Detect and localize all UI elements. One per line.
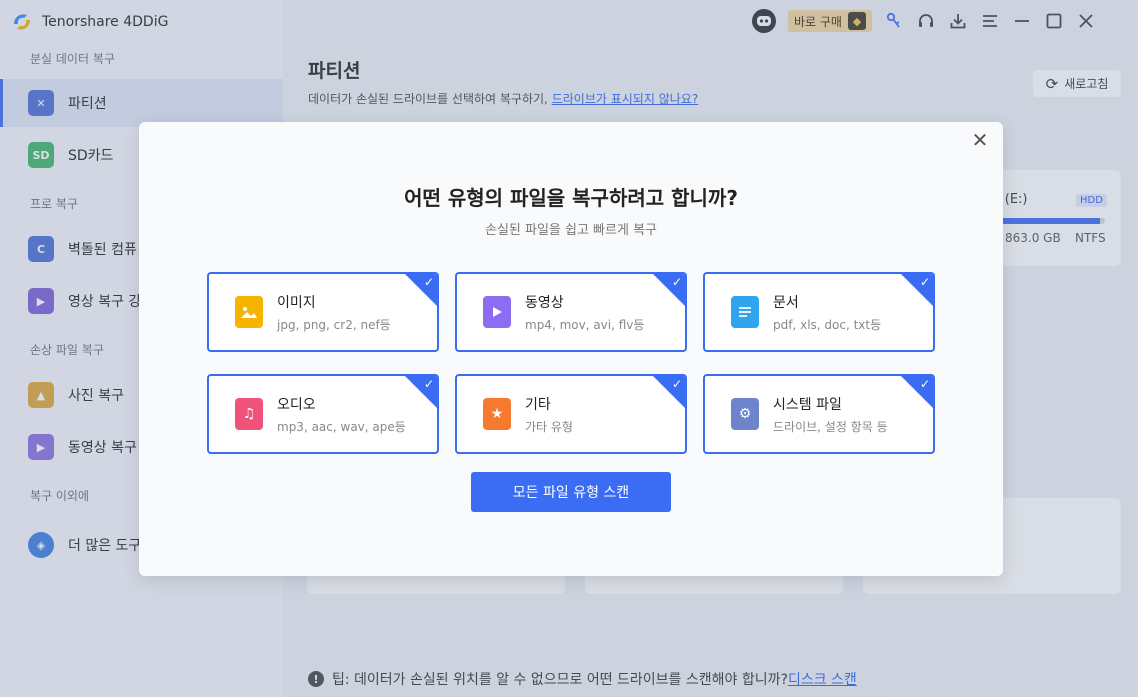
file-type-card-video[interactable]: ✓ 동영상 mp4, mov, avi, flv등 — [455, 272, 687, 352]
scan-all-types-button[interactable]: 모든 파일 유형 스캔 — [471, 472, 671, 512]
check-icon: ✓ — [671, 377, 682, 391]
music-icon: ♫ — [235, 398, 263, 430]
file-type-dialog: ✕ 어떤 유형의 파일을 복구하려고 합니까? 손실된 파일을 쉽고 빠르게 복… — [139, 122, 1003, 576]
file-type-name: 동영상 — [525, 294, 564, 311]
document-icon — [731, 296, 759, 328]
star-icon: ★ — [483, 398, 511, 430]
file-type-extensions: jpg, png, cr2, nef등 — [277, 317, 391, 332]
file-type-extensions: mp3, aac, wav, ape등 — [277, 419, 406, 434]
file-type-name: 이미지 — [277, 294, 316, 311]
file-type-card-document[interactable]: ✓ 문서 pdf, xls, doc, txt등 — [703, 272, 935, 352]
file-type-name: 기타 — [525, 396, 551, 413]
file-type-extensions: 드라이브, 설정 항목 등 — [773, 419, 888, 434]
file-type-extensions: pdf, xls, doc, txt등 — [773, 317, 882, 332]
dialog-subtitle: 손실된 파일을 쉽고 빠르게 복구 — [484, 223, 657, 238]
file-type-name: 오디오 — [277, 396, 316, 413]
gear-icon: ⚙ — [731, 398, 759, 430]
file-type-name: 시스템 파일 — [773, 396, 842, 413]
file-type-card-audio[interactable]: ✓ ♫ 오디오 mp3, aac, wav, ape등 — [207, 374, 439, 454]
file-type-extensions: mp4, mov, avi, flv등 — [525, 317, 645, 332]
check-icon: ✓ — [423, 275, 434, 289]
dialog-title: 어떤 유형의 파일을 복구하려고 합니까? — [404, 186, 738, 210]
video-icon — [483, 296, 511, 328]
file-type-name: 문서 — [773, 294, 799, 311]
file-type-extensions: 가타 유형 — [525, 419, 573, 434]
check-icon: ✓ — [671, 275, 682, 289]
dialog-close-icon[interactable]: ✕ — [969, 128, 991, 152]
check-icon: ✓ — [919, 377, 930, 391]
image-icon — [235, 296, 263, 328]
file-type-card-other[interactable]: ✓ ★ 기타 가타 유형 — [455, 374, 687, 454]
file-type-card-image[interactable]: ✓ 이미지 jpg, png, cr2, nef등 — [207, 272, 439, 352]
check-icon: ✓ — [919, 275, 930, 289]
file-type-card-system[interactable]: ✓ ⚙ 시스템 파일 드라이브, 설정 항목 등 — [703, 374, 935, 454]
check-icon: ✓ — [423, 377, 434, 391]
